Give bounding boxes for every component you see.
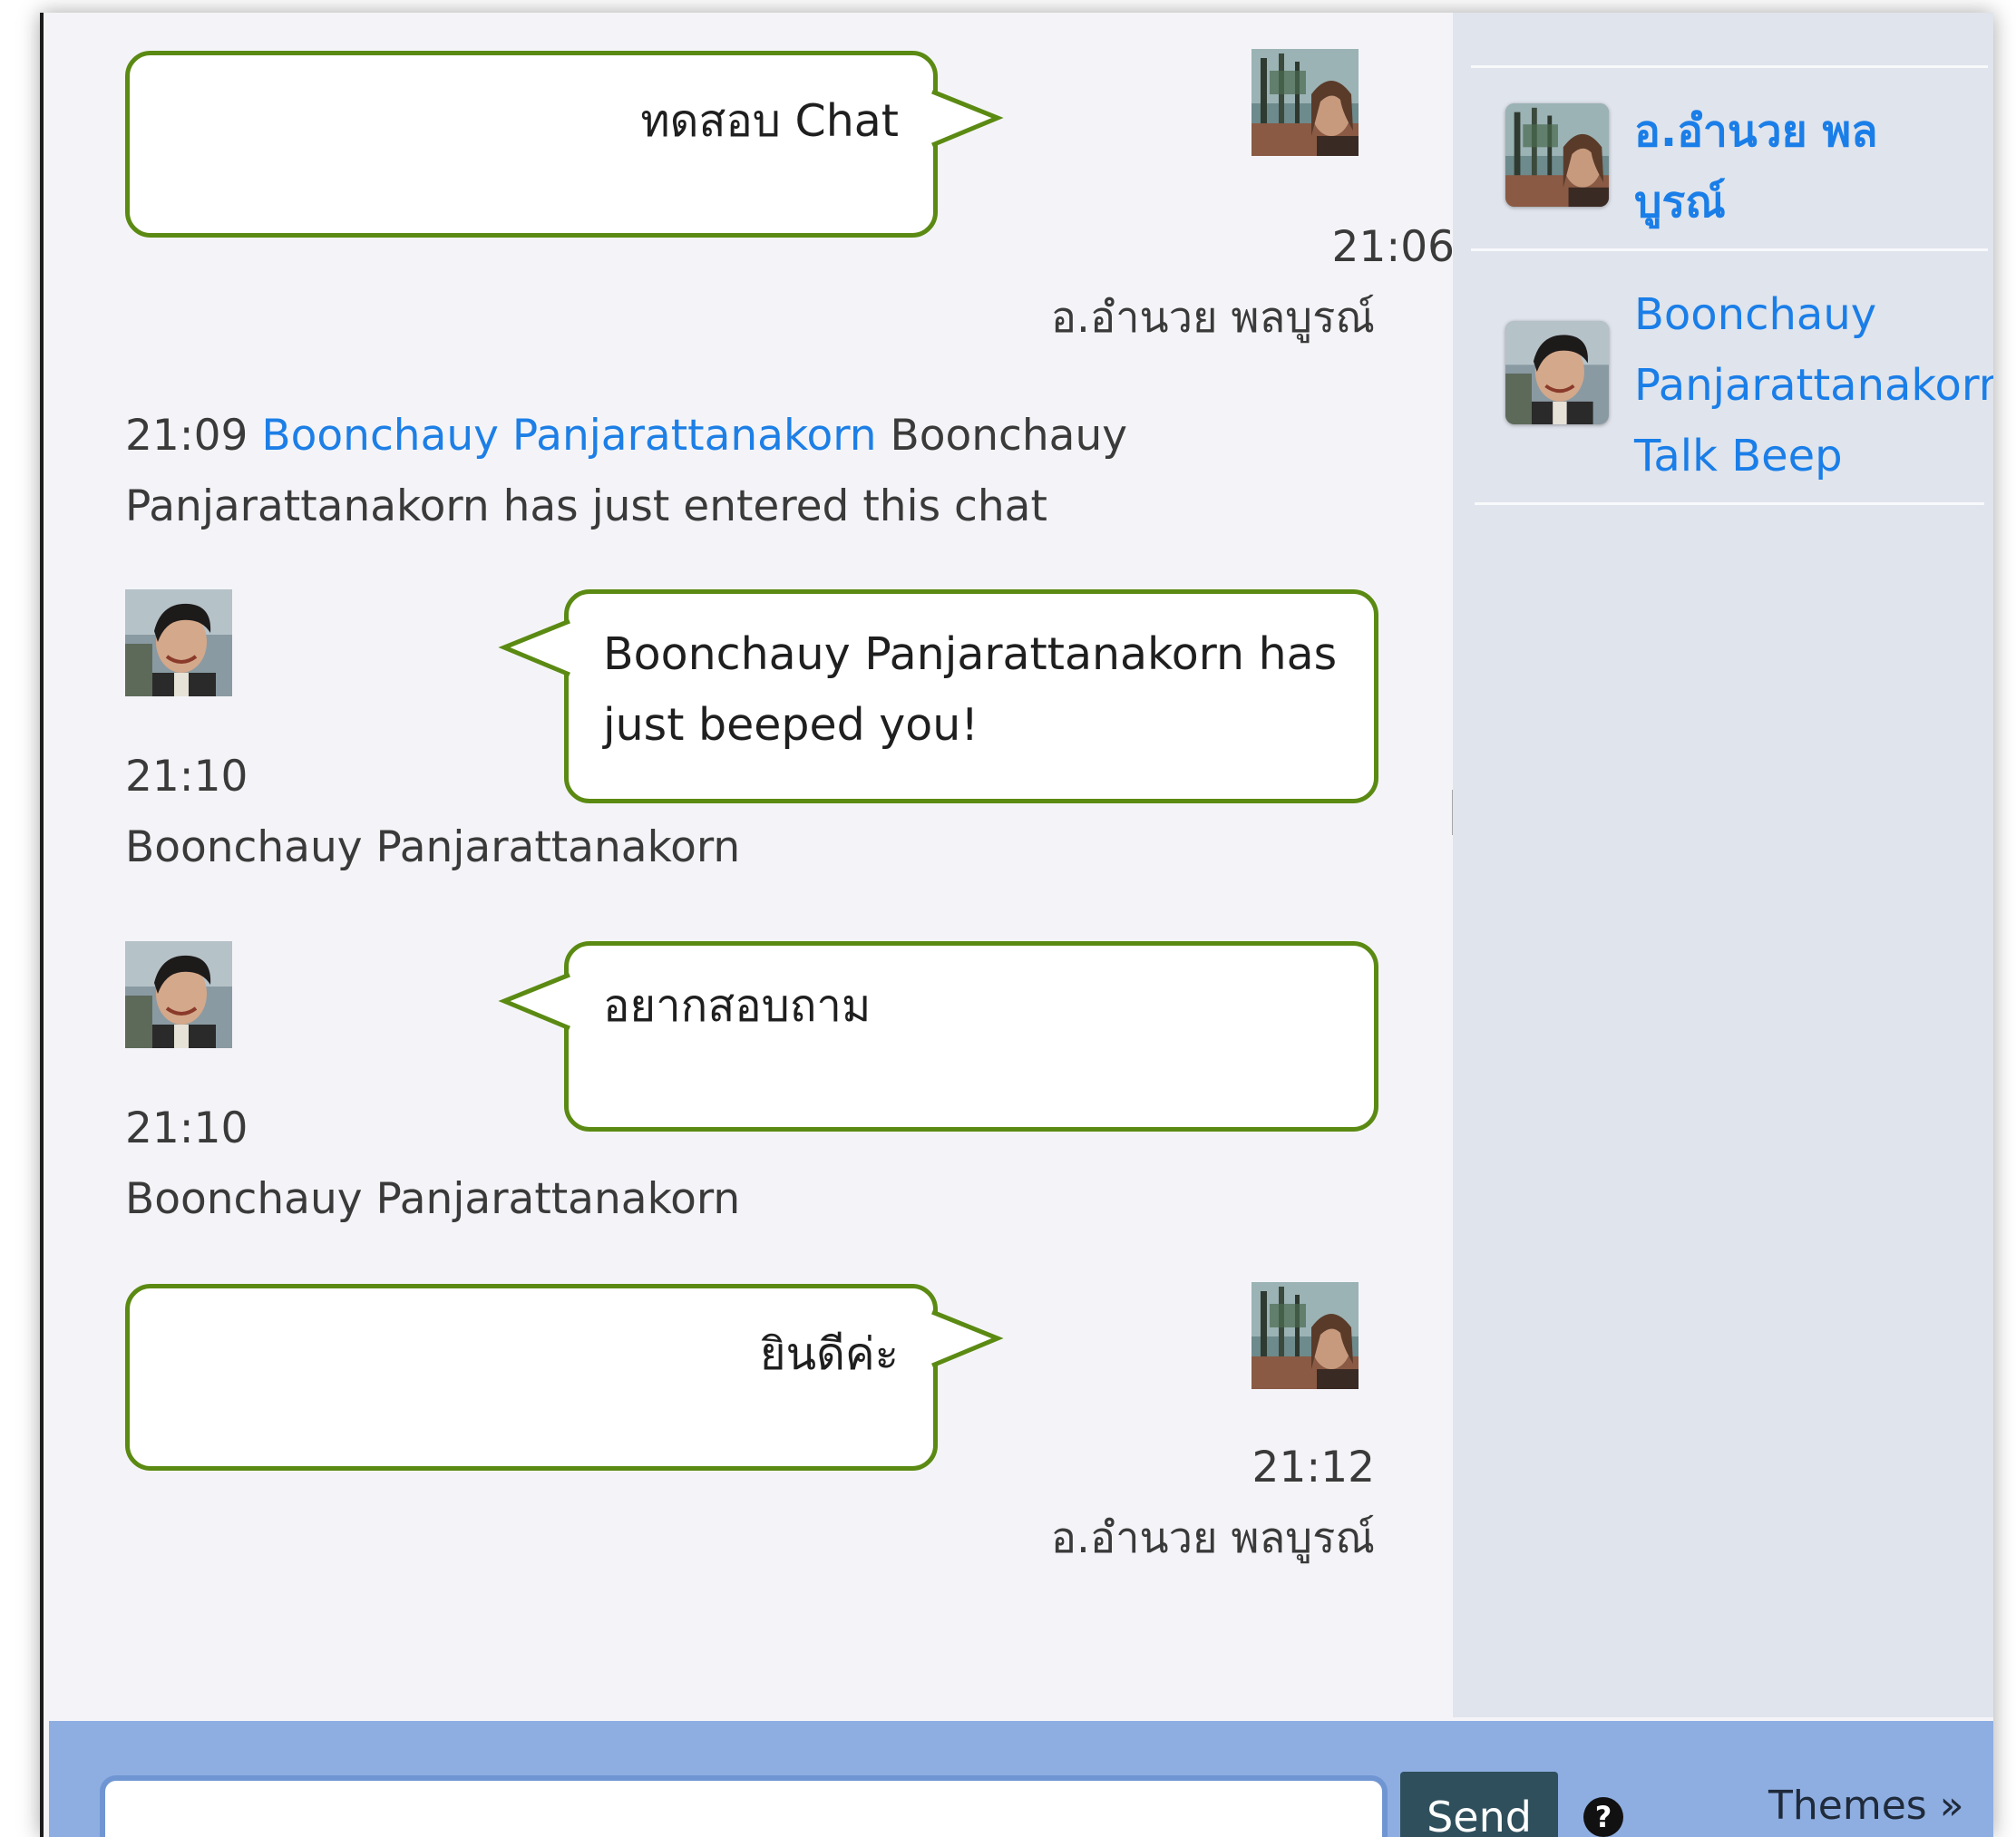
message-sender: อ.อำนวย พลบูรณ์ [1050, 293, 1375, 343]
user-avatar[interactable] [1505, 103, 1609, 207]
question-circle-icon[interactable]: ? [1582, 1795, 1625, 1837]
input-bar: Send ? Themes » [49, 1721, 1993, 1837]
bubble-tail [498, 618, 570, 677]
divider [1471, 248, 1988, 251]
message-bubble: Boonchauy Panjarattanakorn has just beep… [564, 589, 1378, 803]
system-message-line2: Panjarattanakorn has just entered this c… [125, 481, 1047, 531]
send-button[interactable]: Send [1400, 1772, 1558, 1837]
message-text-line2: just beeped you! [603, 699, 979, 751]
avatar[interactable] [125, 941, 232, 1048]
bubble-tail [498, 972, 570, 1031]
message-text-line1: Boonchauy Panjarattanakorn has [603, 628, 1338, 680]
message-input[interactable] [100, 1775, 1388, 1837]
divider [1471, 65, 1988, 68]
users-sidebar: อ.อำนวย พล บูรณ์ Boonchauy Panjarattanak… [1453, 13, 1993, 1717]
chat-messages-pane[interactable]: ทดสอบ Chat 21:06 อ.อำนวย พลบูรณ์ 21:09 B… [49, 13, 1455, 1717]
message-timestamp: 21:10 [125, 1103, 248, 1153]
system-message-text: Boonchauy [890, 411, 1128, 461]
user-link[interactable]: Boonchauy Panjarattanakorn [261, 411, 876, 461]
beep-link[interactable]: Beep [1731, 431, 1842, 481]
user-name-line1: Boonchauy [1634, 289, 1877, 340]
message-timestamp: 21:06 [1331, 222, 1455, 272]
user-name-line1: อ.อำนวย พล [1634, 106, 1878, 157]
divider [1475, 502, 1984, 505]
avatar[interactable] [1251, 1282, 1359, 1389]
user-actions: Talk Beep [1634, 421, 1843, 491]
talk-link[interactable]: Talk [1634, 431, 1718, 481]
user-name-line2: บูรณ์ [1634, 177, 1726, 228]
avatar[interactable] [125, 589, 232, 696]
user-name-link[interactable]: อ.อำนวย พล บูรณ์ [1634, 96, 1878, 238]
system-message: 21:09 Boonchauy Panjarattanakorn Booncha… [125, 401, 1127, 471]
message-sender: Boonchauy Panjarattanakorn [125, 822, 741, 872]
message-sender: อ.อำนวย พลบูรณ์ [1050, 1513, 1375, 1563]
message-bubble: อยากสอบถาม [564, 941, 1378, 1132]
message-text: ยินดีค่ะ [759, 1328, 899, 1380]
svg-text:?: ? [1595, 1800, 1612, 1834]
message-text: อยากสอบถาม [603, 980, 872, 1032]
system-message-time: 21:09 [125, 411, 248, 461]
user-avatar[interactable] [1505, 321, 1609, 424]
chat-window: ทดสอบ Chat 21:06 อ.อำนวย พลบูรณ์ 21:09 B… [40, 13, 1993, 1837]
bubble-tail [931, 89, 1004, 148]
message-timestamp: 21:10 [125, 752, 248, 802]
bubble-tail [931, 1309, 1004, 1368]
message-sender: Boonchauy Panjarattanakorn [125, 1174, 741, 1224]
user-name-link[interactable]: Boonchauy Panjarattanakorn [1634, 279, 1993, 421]
themes-link[interactable]: Themes » [1768, 1783, 1964, 1829]
avatar[interactable] [1251, 49, 1359, 156]
user-name-line2: Panjarattanakorn [1634, 360, 1993, 411]
message-text: ทดสอบ Chat [640, 95, 899, 147]
message-bubble: ทดสอบ Chat [125, 51, 938, 238]
message-timestamp: 21:12 [1251, 1443, 1375, 1492]
